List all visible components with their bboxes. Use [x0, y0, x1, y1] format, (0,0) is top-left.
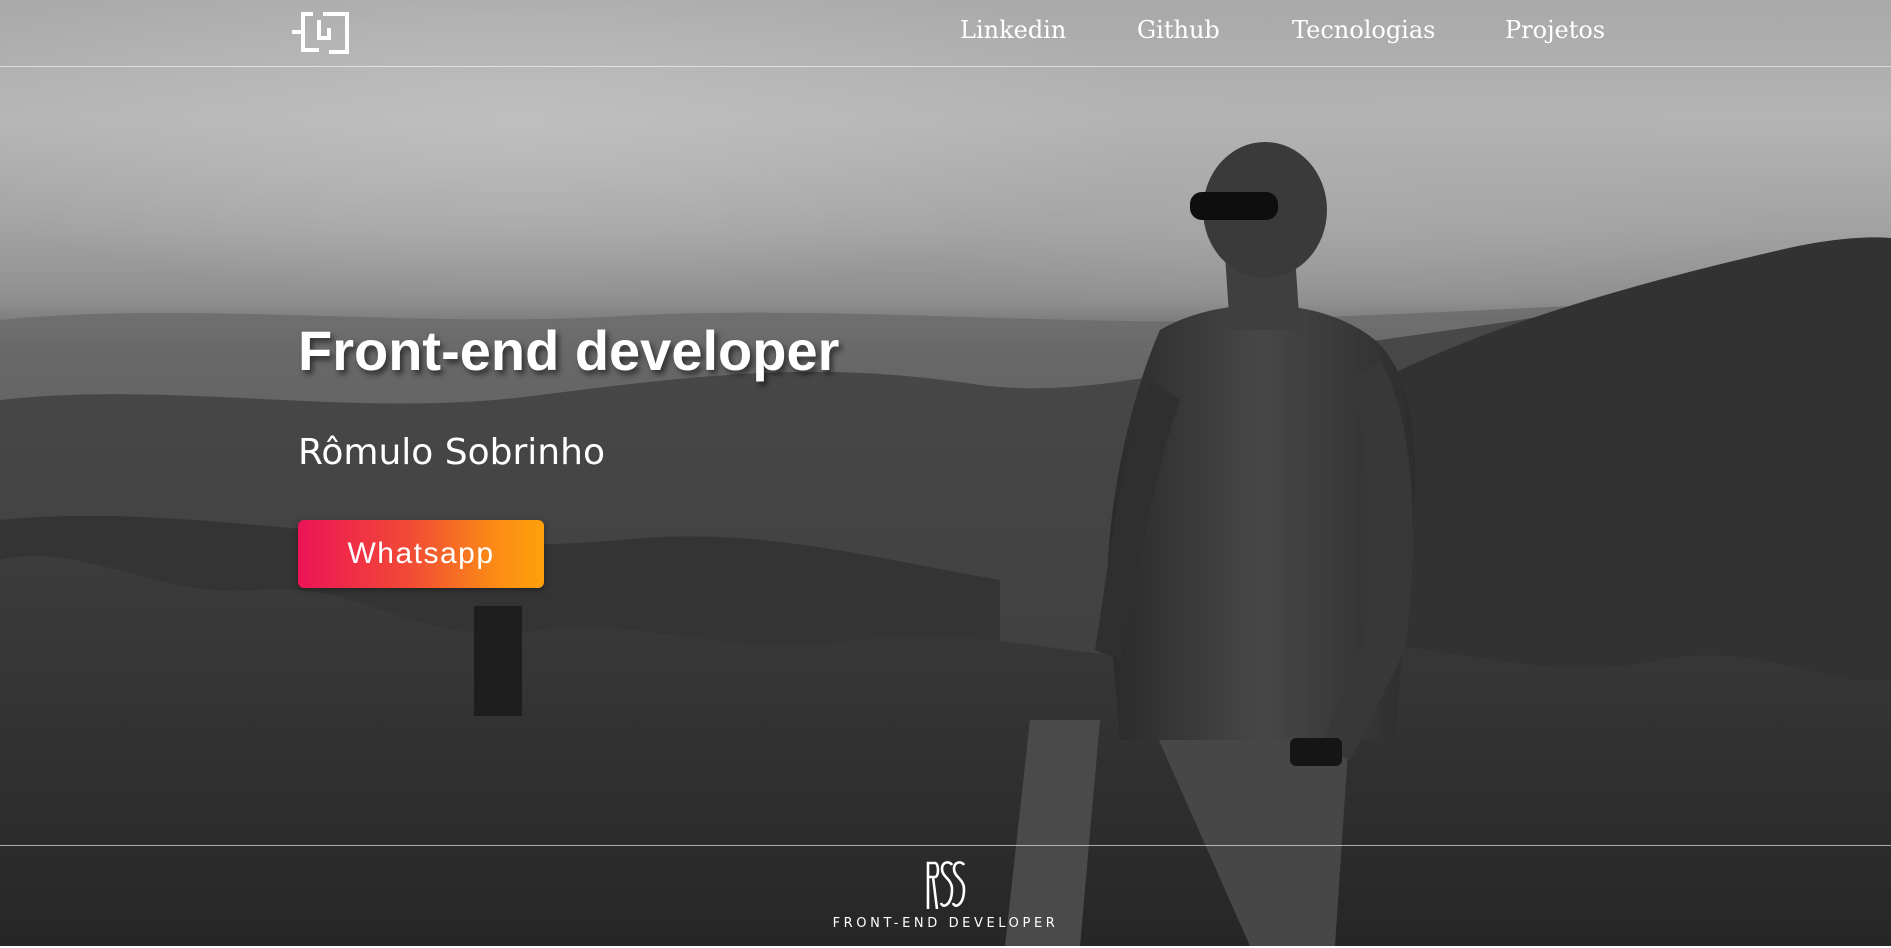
nav-link-tecnologias[interactable]: Tecnologias: [1292, 16, 1435, 44]
footer-tagline: FRONT-END DEVELOPER: [832, 916, 1059, 931]
nav-link-projetos[interactable]: Projetos: [1505, 16, 1605, 44]
hero-background-photo: [0, 142, 1891, 946]
nav-link-linkedin[interactable]: Linkedin: [960, 16, 1066, 44]
top-navbar: Linkedin Github Tecnologias Projetos: [0, 0, 1891, 67]
nav-link-github[interactable]: Github: [1137, 16, 1220, 44]
hero-name: Rômulo Sobrinho: [298, 432, 605, 473]
monogram-logo-icon[interactable]: [289, 10, 351, 56]
hero-title: Front-end developer: [298, 319, 840, 382]
rss-monogram-icon: [926, 861, 966, 910]
whatsapp-button[interactable]: Whatsapp: [298, 520, 544, 588]
footer-divider: [0, 845, 1891, 846]
hero-section: Linkedin Github Tecnologias Projetos Fro…: [0, 0, 1891, 946]
